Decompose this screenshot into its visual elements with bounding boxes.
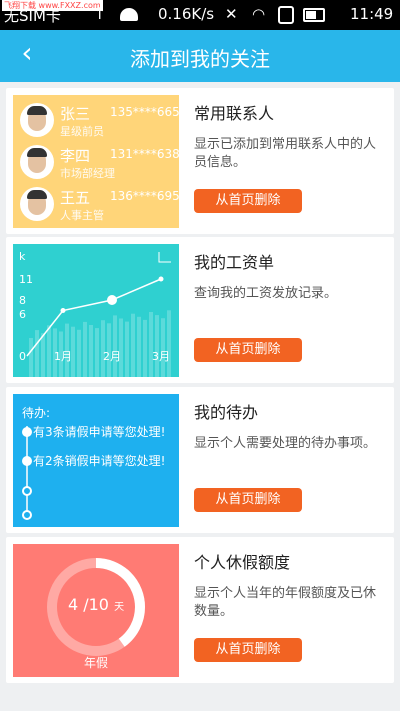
leave-value: 4 /10 天 bbox=[13, 595, 179, 614]
leave-used: 4 bbox=[67, 595, 79, 614]
x-tick-label: 3月 bbox=[152, 350, 170, 363]
android-icon bbox=[120, 8, 138, 21]
brand-logo bbox=[308, 676, 394, 708]
background-bar bbox=[29, 338, 33, 377]
y-unit-label: k bbox=[19, 250, 26, 263]
remove-from-home-button[interactable]: 从首页删除 bbox=[194, 638, 302, 662]
background-bar bbox=[137, 316, 141, 377]
timeline-dot bbox=[22, 456, 32, 466]
status-bar: 飞翔下载 www.FXXZ.com 无SIM卡 ↑ 0.16K/s ✕ ◠ 11… bbox=[0, 0, 400, 30]
x-tick-label: 2月 bbox=[103, 350, 121, 363]
page-title: 添加到我的关注 bbox=[130, 47, 270, 71]
timeline-dot bbox=[22, 486, 32, 496]
background-bar bbox=[155, 315, 159, 377]
background-bar bbox=[83, 321, 87, 377]
carrier-label: 无SIM卡 bbox=[4, 7, 61, 25]
y-tick-label: 6 bbox=[19, 308, 26, 321]
y-tick-label: 8 bbox=[19, 294, 26, 307]
card-todo: 待办: 有3条请假申请等您处理! 有2条销假申请等您处理! 我的待办 显示个人需… bbox=[6, 387, 394, 533]
y-tick-label: 0 bbox=[19, 350, 26, 363]
contact-name: 王五 bbox=[60, 189, 91, 207]
background-bar bbox=[113, 315, 117, 377]
contact-role: 市场部经理 bbox=[60, 167, 115, 180]
leave-unit: 天 bbox=[114, 602, 125, 613]
data-point bbox=[60, 308, 66, 313]
remove-from-home-button[interactable]: 从首页删除 bbox=[194, 189, 302, 213]
timeline-dot bbox=[22, 427, 32, 437]
data-point bbox=[158, 276, 164, 282]
remove-from-home-button[interactable]: 从首页删除 bbox=[194, 488, 302, 512]
mute-icon: ✕ bbox=[225, 5, 238, 23]
upload-icon: ↑ bbox=[93, 4, 107, 23]
background-bar bbox=[161, 318, 165, 377]
card-title: 我的待办 bbox=[194, 403, 259, 422]
card-title: 个人休假额度 bbox=[194, 553, 291, 572]
timeline-dot bbox=[22, 510, 32, 520]
contact-phone: 136****6951 bbox=[110, 189, 179, 203]
leave-thumbnail: 4 /10 天 年假 bbox=[13, 544, 179, 677]
avatar bbox=[20, 103, 54, 137]
remove-from-home-button[interactable]: 从首页删除 bbox=[194, 338, 302, 362]
contact-row: 王五 136****6951 人事主管 bbox=[20, 187, 179, 225]
app-bar: ‹ 添加到我的关注 bbox=[0, 30, 400, 82]
card-title: 常用联系人 bbox=[194, 104, 275, 123]
card-leave: 4 /10 天 年假 个人休假额度 显示个人当年的年假额度及已休数量。 从首页删… bbox=[6, 537, 394, 683]
background-bar bbox=[143, 319, 147, 377]
avatar bbox=[20, 187, 54, 221]
card-salary: k 11 8 6 0 1月 2月 3月 我的工资单 查询我的工资发放记录。 从首页删除 bbox=[6, 237, 394, 383]
sim-icon bbox=[278, 6, 294, 24]
y-tick-label: 11 bbox=[19, 273, 33, 286]
card-contacts: 张三 135****6657 星级前员 李四 131****6387 市场部经理… bbox=[6, 88, 394, 234]
contact-row: 李四 131****6387 市场部经理 bbox=[20, 145, 179, 183]
background-bar bbox=[77, 329, 81, 377]
timeline-line bbox=[26, 426, 28, 516]
contact-name: 张三 bbox=[60, 105, 91, 123]
chart-icon bbox=[158, 252, 171, 263]
x-tick-label: 1月 bbox=[54, 350, 72, 363]
clock: 11:49 bbox=[350, 5, 394, 23]
background-bar bbox=[167, 310, 171, 377]
battery-icon bbox=[303, 8, 325, 22]
background-bar bbox=[35, 330, 39, 377]
contact-role: 人事主管 bbox=[60, 209, 104, 222]
contact-role: 星级前员 bbox=[60, 125, 104, 138]
background-bar bbox=[47, 325, 51, 377]
background-bar bbox=[125, 321, 129, 377]
salary-thumbnail: k 11 8 6 0 1月 2月 3月 bbox=[13, 244, 179, 377]
card-title: 我的工资单 bbox=[194, 253, 275, 272]
contacts-thumbnail: 张三 135****6657 星级前员 李四 131****6387 市场部经理… bbox=[13, 95, 179, 228]
card-description: 查询我的工资发放记录。 bbox=[194, 286, 338, 301]
background-bar bbox=[89, 325, 93, 377]
card-description: 显示个人需要处理的待办事项。 bbox=[194, 436, 377, 451]
card-description: 显示个人当年的年假额度及已休数量。 bbox=[194, 586, 377, 619]
background-bar bbox=[149, 312, 153, 377]
salary-chart: k 11 86 0 1月 2月 3月 bbox=[19, 250, 171, 377]
wifi-icon: ◠ bbox=[252, 5, 266, 23]
background-bar bbox=[101, 320, 105, 377]
leave-total: /10 bbox=[83, 595, 109, 614]
contact-name: 李四 bbox=[60, 147, 91, 165]
background-bar bbox=[41, 333, 45, 377]
background-bar bbox=[131, 313, 135, 377]
contact-row: 张三 135****6657 星级前员 bbox=[20, 103, 179, 141]
background-bar bbox=[95, 328, 99, 377]
todo-heading: 待办: bbox=[22, 406, 51, 420]
todo-thumbnail: 待办: 有3条请假申请等您处理! 有2条销假申请等您处理! bbox=[13, 394, 179, 527]
leave-label: 年假 bbox=[83, 656, 108, 670]
contact-phone: 135****6657 bbox=[110, 105, 179, 119]
background-bar bbox=[119, 318, 123, 377]
data-point bbox=[107, 295, 117, 305]
avatar bbox=[20, 145, 54, 179]
network-speed: 0.16K/s bbox=[158, 5, 215, 23]
contact-phone: 131****6387 bbox=[110, 147, 179, 161]
todo-item[interactable]: 有2条销假申请等您处理! bbox=[33, 452, 165, 469]
todo-item[interactable]: 有3条请假申请等您处理! bbox=[33, 423, 165, 440]
card-description: 显示已添加到常用联系人中的人员信息。 bbox=[194, 137, 377, 170]
